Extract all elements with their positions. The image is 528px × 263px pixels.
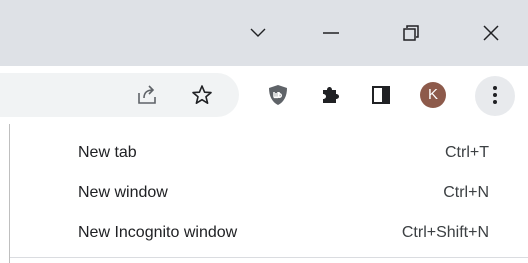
menu-item-new-incognito-window[interactable]: New Incognito window Ctrl+Shift+N <box>10 214 528 254</box>
tab-search-button[interactable] <box>225 0 291 66</box>
close-icon <box>483 25 499 41</box>
minimize-button[interactable] <box>298 0 364 66</box>
extensions-button[interactable] <box>312 77 348 113</box>
menu-item-shortcut: Ctrl+Shift+N <box>401 224 489 241</box>
profile-button[interactable]: K <box>415 77 451 113</box>
side-panel-icon <box>372 86 390 104</box>
three-dot-vertical-icon <box>493 86 497 104</box>
share-icon <box>138 85 156 104</box>
menu-item-label: New tab <box>78 144 137 161</box>
shield-icon <box>269 85 287 105</box>
menu-item-shortcut: Ctrl+T <box>445 144 489 161</box>
toolbar: K <box>0 66 528 124</box>
puzzle-icon <box>323 87 339 103</box>
bookmark-button[interactable] <box>184 77 220 113</box>
share-button[interactable] <box>129 77 165 113</box>
minimize-icon <box>323 32 339 34</box>
chevron-down-icon <box>250 28 266 37</box>
close-button[interactable] <box>458 0 524 66</box>
menu-item-label: New Incognito window <box>78 224 238 241</box>
side-panel-button[interactable] <box>363 77 399 113</box>
menu-divider <box>10 257 528 258</box>
chrome-menu: New tab Ctrl+T New window Ctrl+N New Inc… <box>9 124 528 263</box>
menu-button-icon-wrap[interactable] <box>477 77 513 113</box>
restore-button[interactable] <box>378 0 444 66</box>
star-icon <box>192 85 212 105</box>
menu-item-label: New window <box>78 184 168 201</box>
avatar: K <box>420 82 446 108</box>
ublock-extension-button[interactable] <box>260 77 296 113</box>
menu-item-new-window[interactable]: New window Ctrl+N <box>10 174 528 214</box>
title-bar <box>0 0 528 66</box>
menu-item-shortcut: Ctrl+N <box>443 184 489 201</box>
restore-icon <box>403 25 419 41</box>
menu-item-new-tab[interactable]: New tab Ctrl+T <box>10 134 528 174</box>
